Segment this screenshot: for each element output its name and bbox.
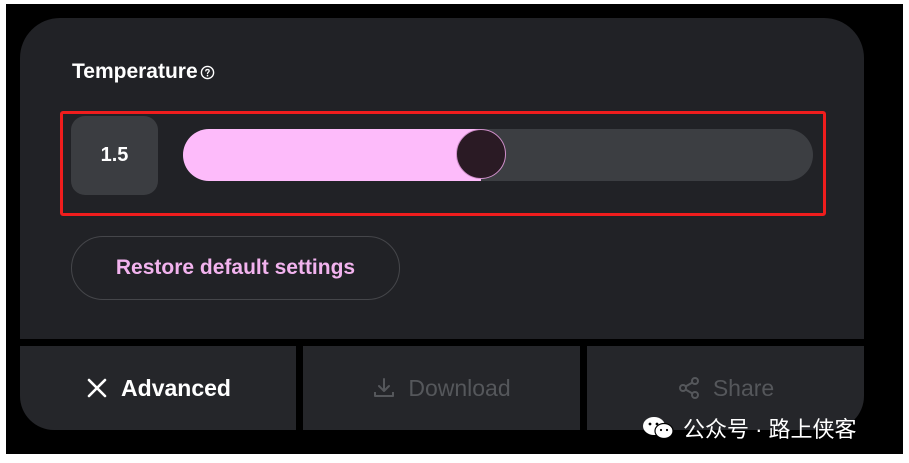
restore-defaults-label: Restore default settings <box>115 256 356 279</box>
annotation-highlight-box <box>60 111 826 216</box>
temperature-label-text: Temperature <box>72 60 198 83</box>
wechat-icon <box>643 417 674 440</box>
share-label: Share <box>712 374 775 401</box>
watermark: 公众号 · 路上侠客 <box>641 412 857 444</box>
download-label: Download <box>408 374 511 401</box>
help-circle-icon[interactable] <box>200 65 215 80</box>
advanced-label: Advanced <box>121 374 231 401</box>
restore-defaults-button[interactable]: Restore default settings <box>71 236 400 300</box>
download-button[interactable]: Download <box>303 346 580 430</box>
close-icon <box>87 378 107 398</box>
advanced-button[interactable]: Advanced <box>20 346 296 430</box>
watermark-text: 公众号 · 路上侠客 <box>683 417 857 442</box>
share-icon <box>678 377 699 399</box>
temperature-label: Temperature <box>72 60 215 84</box>
download-icon <box>374 378 395 397</box>
